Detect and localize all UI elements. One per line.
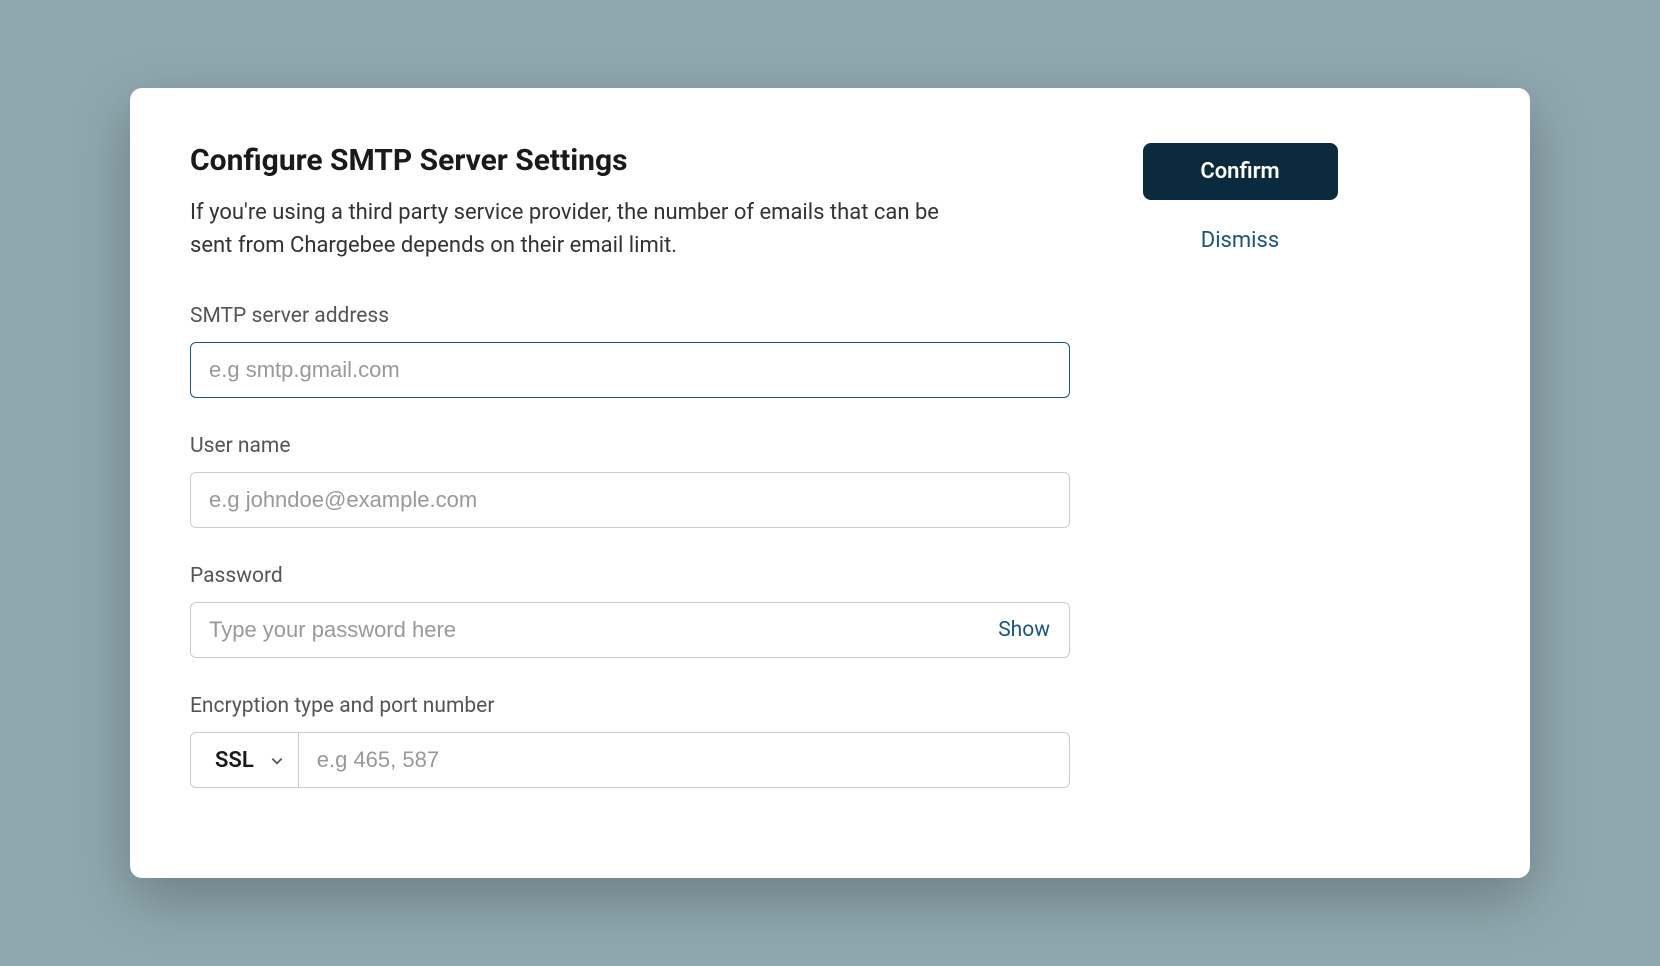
username-input[interactable]: [190, 472, 1070, 528]
chevron-down-icon: [270, 753, 284, 767]
smtp-address-label: SMTP server address: [190, 304, 1070, 328]
encryption-type-select[interactable]: SSL: [190, 732, 298, 788]
password-label: Password: [190, 564, 1070, 588]
smtp-address-input[interactable]: [190, 342, 1070, 398]
encryption-group: Encryption type and port number SSL: [190, 694, 1070, 788]
port-input[interactable]: [298, 732, 1070, 788]
smtp-address-group: SMTP server address: [190, 304, 1070, 398]
confirm-button[interactable]: Confirm: [1143, 143, 1338, 200]
form-content: Configure SMTP Server Settings If you're…: [190, 143, 1070, 823]
dismiss-link[interactable]: Dismiss: [1201, 228, 1280, 253]
encryption-type-value: SSL: [215, 748, 254, 773]
password-wrapper: Show: [190, 602, 1070, 658]
password-input[interactable]: [190, 602, 1070, 658]
page-title: Configure SMTP Server Settings: [190, 143, 1070, 178]
encryption-row: SSL: [190, 732, 1070, 788]
show-password-button[interactable]: Show: [998, 618, 1050, 642]
username-label: User name: [190, 434, 1070, 458]
actions-sidebar: Confirm Dismiss: [1110, 143, 1370, 823]
page-description: If you're using a third party service pr…: [190, 196, 960, 262]
password-group: Password Show: [190, 564, 1070, 658]
encryption-label: Encryption type and port number: [190, 694, 1070, 718]
username-group: User name: [190, 434, 1070, 528]
smtp-settings-dialog: Configure SMTP Server Settings If you're…: [130, 88, 1530, 878]
